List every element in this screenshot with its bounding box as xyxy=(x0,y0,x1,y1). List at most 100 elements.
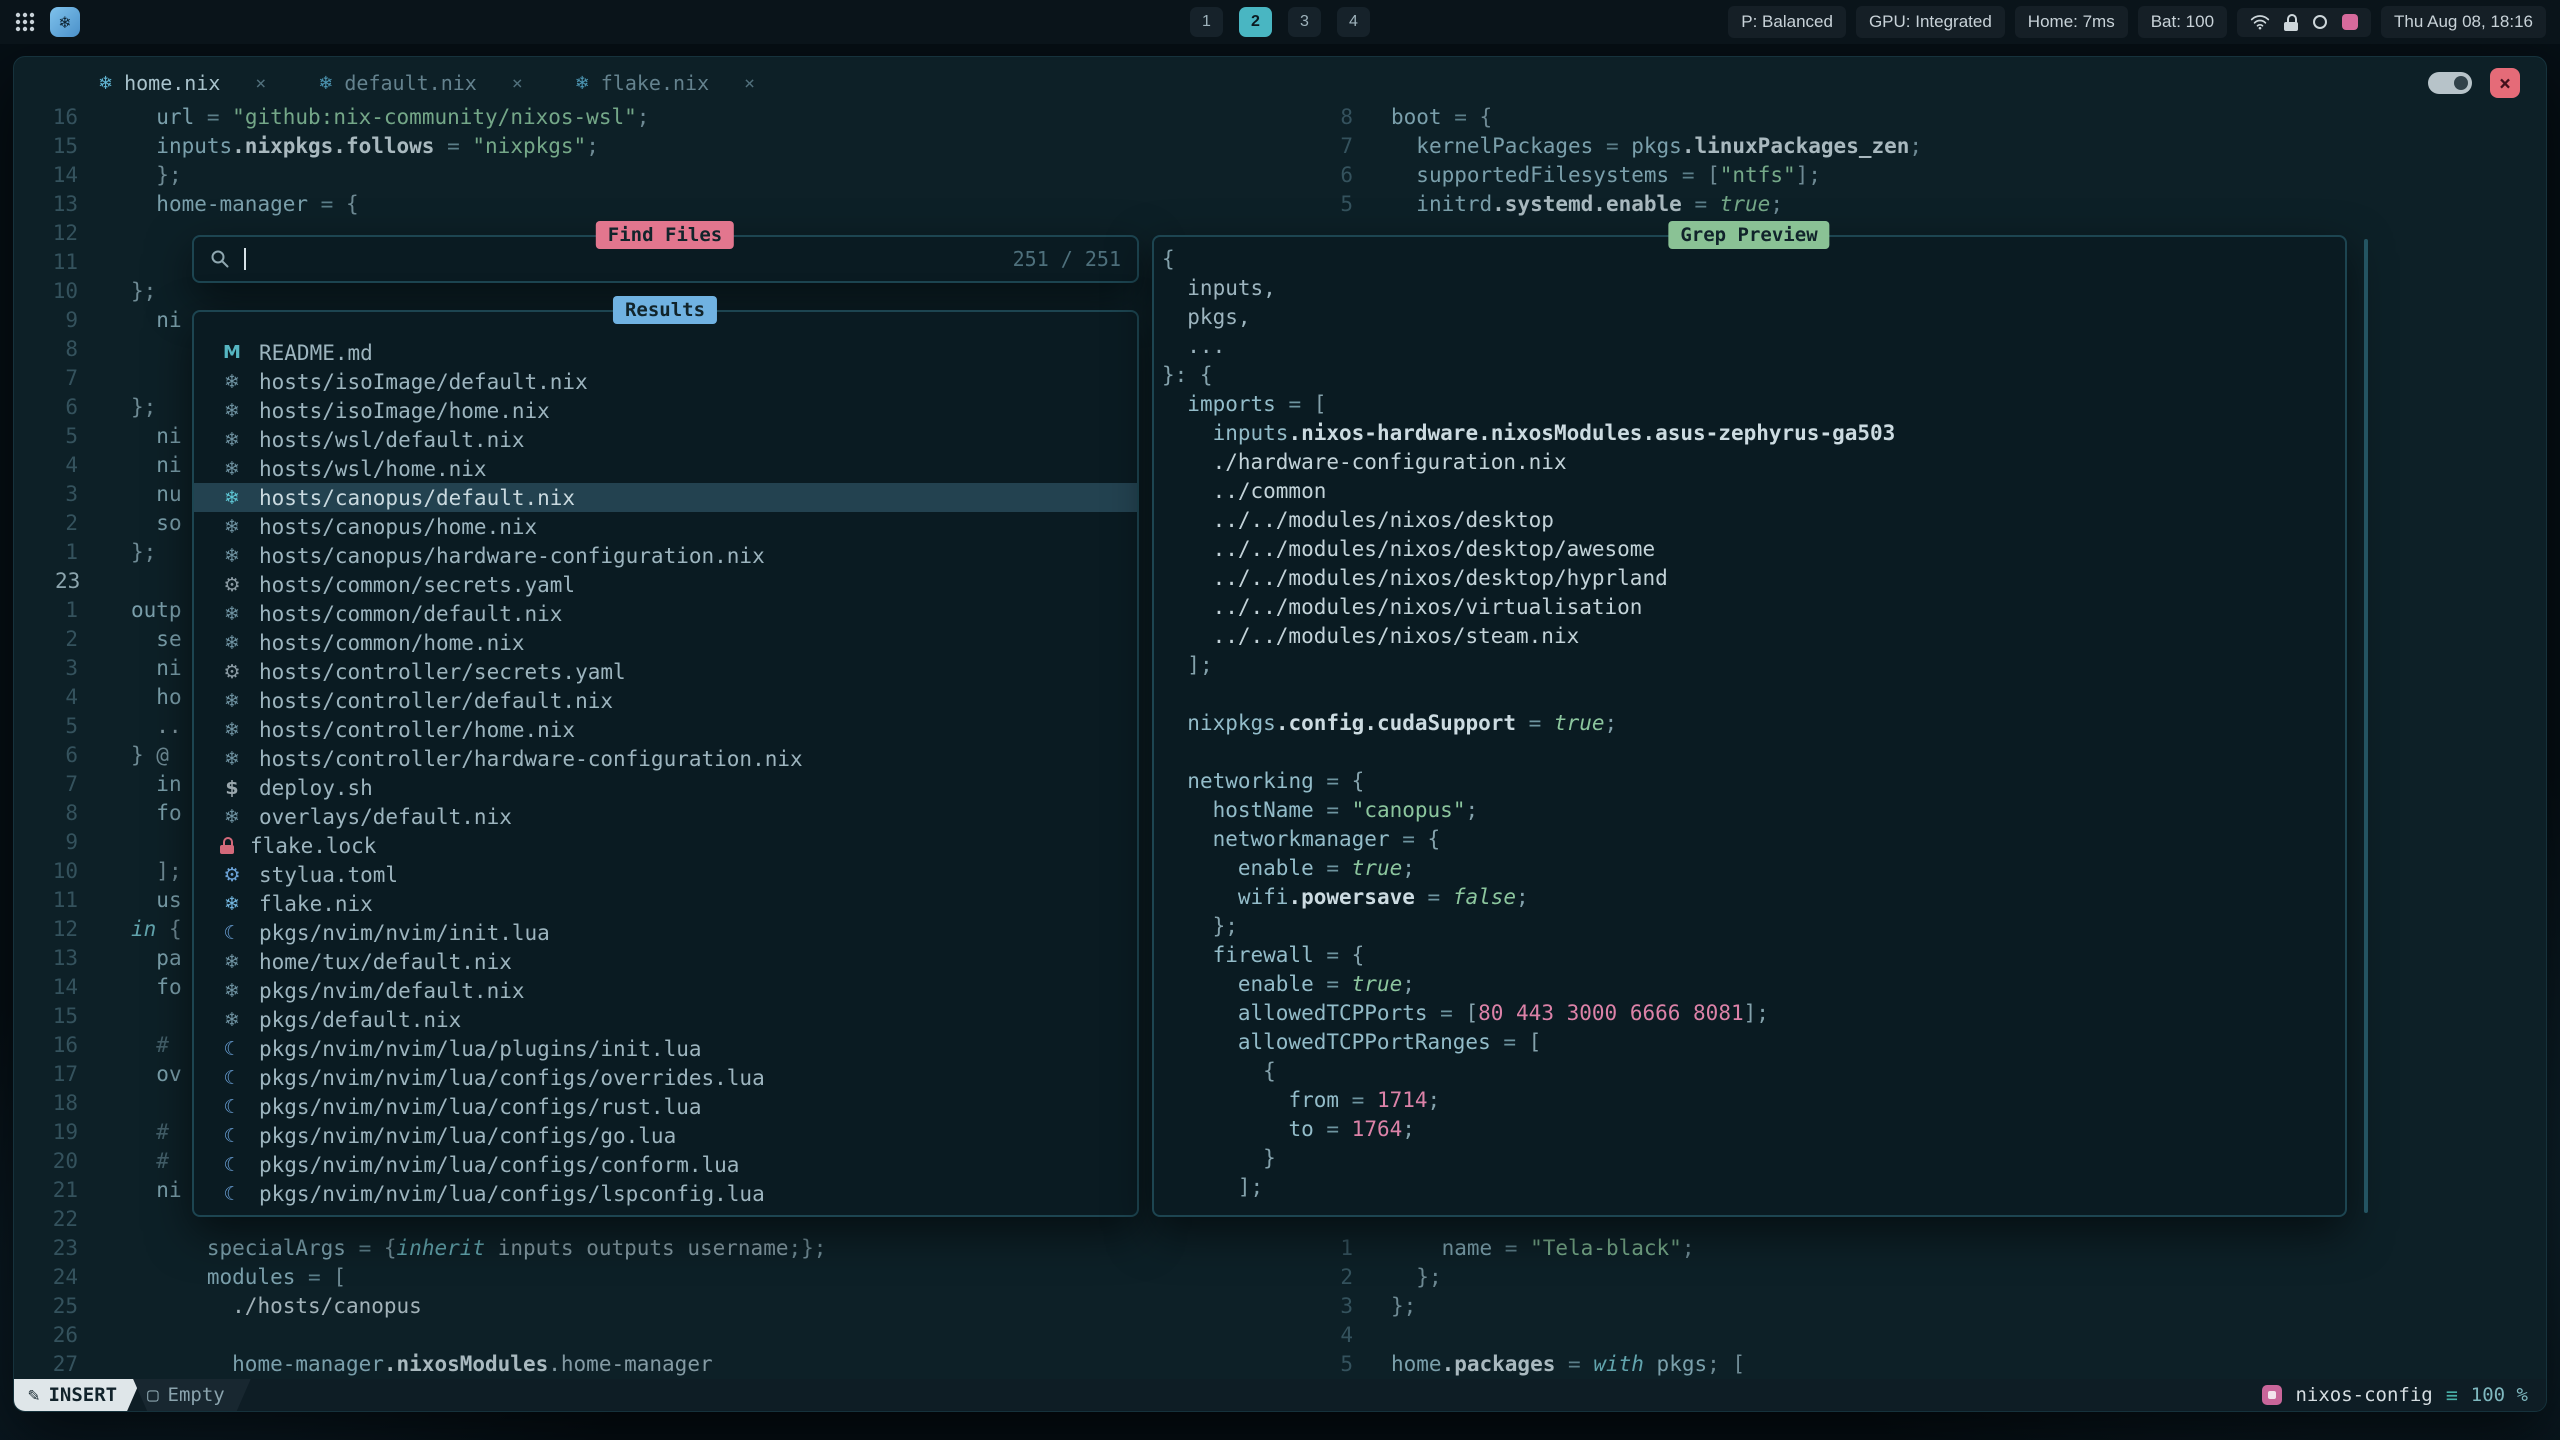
workspaces: 1234 xyxy=(1190,7,1370,37)
nix-icon: ❄ xyxy=(575,73,590,94)
result-item[interactable]: MREADME.md xyxy=(194,338,1137,367)
result-item[interactable]: ❄home/tux/default.nix xyxy=(194,947,1137,976)
preview-line: } xyxy=(1162,1144,2345,1173)
result-item[interactable]: ☾pkgs/nvim/nvim/lua/plugins/init.lua xyxy=(194,1034,1137,1063)
result-item[interactable]: ❄hosts/canopus/default.nix xyxy=(194,483,1137,512)
preview-line: to = 1764; xyxy=(1162,1115,2345,1144)
result-item[interactable]: ❄hosts/canopus/home.nix xyxy=(194,512,1137,541)
buffer-state: ▢ Empty xyxy=(133,1379,251,1411)
result-item[interactable]: ☾pkgs/nvim/nvim/lua/configs/go.lua xyxy=(194,1121,1137,1150)
result-item[interactable]: ❄hosts/wsl/default.nix xyxy=(194,425,1137,454)
results-list[interactable]: MREADME.md❄hosts/isoImage/default.nix❄ho… xyxy=(194,338,1137,1208)
color-swatch-icon[interactable] xyxy=(2342,14,2358,30)
lua-icon: ☾ xyxy=(220,922,244,944)
nix-icon: ❄ xyxy=(220,429,244,451)
tab-default.nix[interactable]: ❄default.nix× xyxy=(318,71,522,95)
tab-close-icon[interactable]: × xyxy=(744,73,755,94)
result-item[interactable]: ☾pkgs/nvim/nvim/lua/configs/conform.lua xyxy=(194,1150,1137,1179)
code-line: 8boot = { xyxy=(1289,103,2546,132)
result-item[interactable]: ❄overlays/default.nix xyxy=(194,802,1137,831)
result-item[interactable]: ⚙hosts/controller/secrets.yaml xyxy=(194,657,1137,686)
preview-line: ../../modules/nixos/virtualisation xyxy=(1162,593,2345,622)
buffer-state-label: Empty xyxy=(168,1384,225,1406)
editor-window: ❄home.nix×❄default.nix×❄flake.nix× × 16 … xyxy=(13,56,2547,1412)
topbar: ❄ 1234 P: BalancedGPU: IntegratedHome: 7… xyxy=(0,0,2560,44)
topbar-module-home-latency: Home: 7ms xyxy=(2015,6,2128,38)
result-item[interactable]: ☾pkgs/nvim/nvim/lua/configs/overrides.lu… xyxy=(194,1063,1137,1092)
result-item[interactable]: ❄hosts/isoImage/home.nix xyxy=(194,396,1137,425)
gear-blue-icon: ⚙ xyxy=(220,864,244,886)
preview-line: firewall = { xyxy=(1162,941,2345,970)
code-line: 5home.packages = with pkgs; [ xyxy=(1289,1350,2546,1379)
nix-bright-icon: ❄ xyxy=(220,893,244,915)
code-line: 15 inputs.nixpkgs.follows = "nixpkgs"; xyxy=(14,132,1154,161)
result-item[interactable]: ❄hosts/controller/hardware-configuration… xyxy=(194,744,1137,773)
result-item[interactable]: ❄flake.nix xyxy=(194,889,1137,918)
result-item[interactable]: ❄hosts/isoImage/default.nix xyxy=(194,367,1137,396)
topbar-right: P: BalancedGPU: IntegratedHome: 7msBat: … xyxy=(1728,6,2546,38)
mode-indicator: ✎ INSERT xyxy=(14,1379,141,1411)
preview-line: ../../modules/nixos/desktop/hyprland xyxy=(1162,564,2345,593)
workspace-button-1[interactable]: 1 xyxy=(1190,7,1223,37)
preview-line: nixpkgs.config.cudaSupport = true; xyxy=(1162,709,2345,738)
window-controls: × xyxy=(2428,68,2520,98)
preview-line: ]; xyxy=(1162,1173,2345,1202)
result-counter: 251 / 251 xyxy=(1013,247,1121,271)
status-circle-icon[interactable] xyxy=(2312,14,2328,30)
preview-line: from = 1714; xyxy=(1162,1086,2345,1115)
code-line: 14 }; xyxy=(14,161,1154,190)
toggle-icon[interactable] xyxy=(2428,72,2472,94)
result-item[interactable]: ❄hosts/controller/default.nix xyxy=(194,686,1137,715)
result-item[interactable]: $deploy.sh xyxy=(194,773,1137,802)
tab-close-icon[interactable]: × xyxy=(512,73,523,94)
result-item[interactable]: ⚙hosts/common/secrets.yaml xyxy=(194,570,1137,599)
workspace-button-3[interactable]: 3 xyxy=(1288,7,1321,37)
clock: Thu Aug 08, 18:16 xyxy=(2381,6,2546,38)
nix-icon: ❄ xyxy=(220,951,244,973)
nix-icon: ❄ xyxy=(220,371,244,393)
tab-home.nix[interactable]: ❄home.nix× xyxy=(98,71,266,95)
result-item[interactable]: ☾pkgs/nvim/nvim/init.lua xyxy=(194,918,1137,947)
code-line: 1 name = "Tela-black"; xyxy=(1289,1234,2546,1263)
apps-grid-icon[interactable] xyxy=(14,11,36,33)
preview-line: hostName = "canopus"; xyxy=(1162,796,2345,825)
result-item[interactable]: ❄pkgs/default.nix xyxy=(194,1005,1137,1034)
result-item[interactable]: ⚙stylua.toml xyxy=(194,860,1137,889)
nix-icon: ❄ xyxy=(220,690,244,712)
preview-line: wifi.powersave = false; xyxy=(1162,883,2345,912)
lock-icon[interactable] xyxy=(2284,14,2298,31)
system-tray[interactable] xyxy=(2237,8,2371,37)
result-item[interactable]: ❄hosts/wsl/home.nix xyxy=(194,454,1137,483)
preview-line: ./hardware-configuration.nix xyxy=(1162,448,2345,477)
result-item[interactable]: ☾pkgs/nvim/nvim/lua/configs/lspconfig.lu… xyxy=(194,1179,1137,1208)
tab-close-icon[interactable]: × xyxy=(255,73,266,94)
result-item[interactable]: ❄hosts/canopus/hardware-configuration.ni… xyxy=(194,541,1137,570)
result-item[interactable]: ☾pkgs/nvim/nvim/lua/configs/rust.lua xyxy=(194,1092,1137,1121)
preview-scrollbar[interactable] xyxy=(2364,239,2368,1213)
result-item[interactable]: ❄hosts/common/home.nix xyxy=(194,628,1137,657)
preview-line: }: { xyxy=(1162,361,2345,390)
app-badge-icon[interactable]: ❄ xyxy=(50,7,80,37)
nix-icon: ❄ xyxy=(98,73,113,94)
result-item[interactable]: flake.lock xyxy=(194,831,1137,860)
preview-line: ../../modules/nixos/desktop/awesome xyxy=(1162,535,2345,564)
workspace-button-2[interactable]: 2 xyxy=(1239,7,1272,37)
result-item[interactable]: ❄pkgs/nvim/default.nix xyxy=(194,976,1137,1005)
preview-content: { inputs, pkgs, ...}: { imports = [ inpu… xyxy=(1162,245,2345,1202)
result-item[interactable]: ❄hosts/controller/home.nix xyxy=(194,715,1137,744)
workspace-button-4[interactable]: 4 xyxy=(1337,7,1370,37)
topbar-modules: P: BalancedGPU: IntegratedHome: 7msBat: … xyxy=(1728,6,2227,38)
wifi-icon[interactable] xyxy=(2250,14,2270,30)
preview-line xyxy=(1162,738,2345,767)
window-close-button[interactable]: × xyxy=(2490,68,2520,98)
topbar-module-gpu: GPU: Integrated xyxy=(1856,6,2005,38)
code-line: 16 url = "github:nix-community/nixos-wsl… xyxy=(14,103,1154,132)
preview-line: allowedTCPPorts = [80 443 3000 6666 8081… xyxy=(1162,999,2345,1028)
lua-icon: ☾ xyxy=(220,1038,244,1060)
preview-title: Grep Preview xyxy=(1668,221,1829,249)
tab-flake.nix[interactable]: ❄flake.nix× xyxy=(575,71,755,95)
result-item[interactable]: ❄hosts/common/default.nix xyxy=(194,599,1137,628)
lua-icon: ☾ xyxy=(220,1125,244,1147)
nix-icon: ❄ xyxy=(220,487,244,509)
code-line: 13 home-manager = { xyxy=(14,190,1154,219)
